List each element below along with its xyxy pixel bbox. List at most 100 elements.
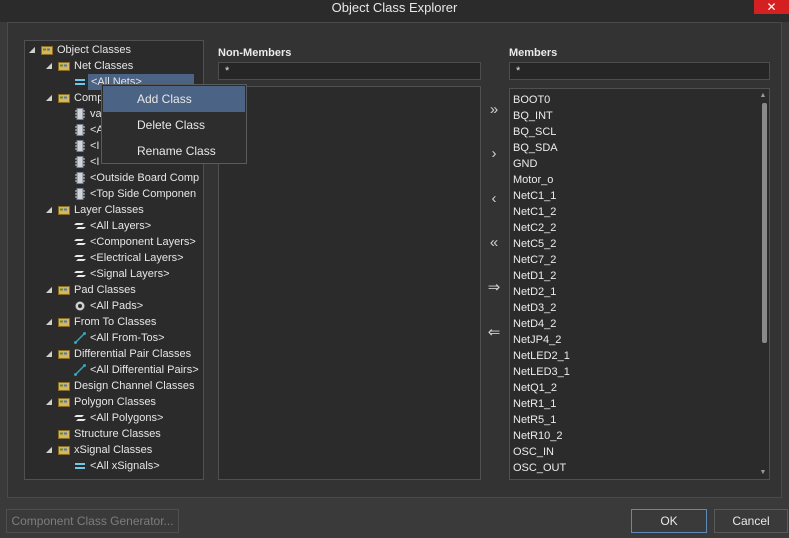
tree-item[interactable]: <All Differential Pairs> (25, 362, 203, 378)
xsignal-classes-icon (58, 444, 70, 456)
member-item[interactable]: NetD3_2 (513, 300, 556, 316)
member-item[interactable]: NetD4_2 (513, 316, 556, 332)
member-item[interactable]: NetC1_1 (513, 188, 556, 204)
rename-class-menu-item[interactable]: Rename Class (103, 138, 245, 164)
tree-item[interactable]: <All From-Tos> (25, 330, 203, 346)
member-item[interactable]: BQ_SDA (513, 140, 558, 156)
component-classes-icon (58, 92, 70, 104)
collapse-toggle-icon[interactable]: ◢ (44, 282, 54, 298)
tree-item-label: Object Classes (57, 44, 131, 56)
remove-selected-button[interactable]: ‹ (482, 182, 506, 216)
tree-item-label: Pad Classes (74, 284, 136, 296)
layer-icon (74, 252, 86, 264)
member-item[interactable]: BOOT0 (513, 92, 550, 108)
member-item[interactable]: NetJP4_2 (513, 332, 561, 348)
tree-item[interactable]: ◢ Net Classes (25, 58, 203, 74)
non-members-header: Non-Members (218, 47, 292, 59)
member-item[interactable]: PA (513, 476, 527, 479)
member-item[interactable]: OSC_OUT (513, 460, 566, 476)
tree-item[interactable]: ◢ Polygon Classes (25, 394, 203, 410)
collapse-toggle-icon[interactable]: ◢ (44, 58, 54, 74)
tree-item[interactable]: <Outside Board Comp (25, 170, 203, 186)
tree-item-label: va (90, 108, 102, 120)
tree-item[interactable]: <All Polygons> (25, 410, 203, 426)
scroll-thumb[interactable] (762, 103, 767, 343)
tree-item[interactable]: <All Pads> (25, 298, 203, 314)
component-class-generator-button[interactable]: Component Class Generator... (6, 509, 179, 533)
add-class-menu-item[interactable]: Add Class (103, 86, 245, 112)
member-item[interactable]: NetD1_2 (513, 268, 556, 284)
remove-all-button[interactable]: « (482, 226, 506, 260)
collapse-toggle-icon[interactable]: ◢ (44, 202, 54, 218)
component-icon (74, 188, 86, 200)
tree-item[interactable]: ◢ From To Classes (25, 314, 203, 330)
add-all-button[interactable]: » (482, 93, 506, 127)
members-list[interactable]: ▲ ▼ BOOT0 BQ_INT BQ_SCL BQ_SDA GND Motor_o Net… (509, 88, 770, 480)
member-item[interactable]: NetD2_1 (513, 284, 556, 300)
tree-item[interactable]: <Electrical Layers> (25, 250, 203, 266)
collapse-toggle-icon[interactable]: ◢ (44, 346, 54, 362)
net-classes-icon (58, 60, 70, 72)
tree-item[interactable]: <Top Side Componen (25, 186, 203, 202)
member-item[interactable]: GND (513, 156, 537, 172)
tree-item-label: <All xSignals> (90, 460, 160, 472)
members-filter-input[interactable]: * (509, 62, 770, 80)
member-item[interactable]: NetLED3_1 (513, 364, 570, 380)
member-item[interactable]: NetC5_2 (513, 236, 556, 252)
tree-item-label: <Component Layers> (90, 236, 196, 248)
tree-item[interactable]: ◢ Object Classes (25, 42, 203, 58)
member-item[interactable]: NetQ1_2 (513, 380, 557, 396)
object-classes-icon (41, 44, 53, 56)
layer-icon (74, 236, 86, 248)
member-item[interactable]: OSC_IN (513, 444, 554, 460)
collapse-toggle-icon[interactable]: ◢ (44, 314, 54, 330)
member-item[interactable]: NetLED2_1 (513, 348, 570, 364)
member-item[interactable]: NetC2_2 (513, 220, 556, 236)
net-icon (74, 76, 86, 88)
member-item[interactable]: NetR1_1 (513, 396, 556, 412)
collapse-toggle-icon[interactable]: ◢ (44, 442, 54, 458)
delete-class-menu-item[interactable]: Delete Class (103, 112, 245, 138)
tree-item[interactable]: ◢ xSignal Classes (25, 442, 203, 458)
ok-button[interactable]: OK (631, 509, 707, 533)
tree-item[interactable]: Design Channel Classes (25, 378, 203, 394)
add-selected-button[interactable]: › (482, 137, 506, 171)
component-icon (74, 108, 86, 120)
non-members-list[interactable] (218, 86, 481, 480)
tree-item-label: <All Differential Pairs> (90, 364, 199, 376)
collapse-toggle-icon[interactable]: ◢ (27, 42, 37, 58)
diff-pair-icon (74, 364, 86, 376)
member-item[interactable]: Motor_o (513, 172, 553, 188)
member-item[interactable]: BQ_INT (513, 108, 553, 124)
polygon-classes-icon (58, 396, 70, 408)
tree-item-label: <Top Side Componen (90, 188, 197, 200)
member-item[interactable]: NetC7_2 (513, 252, 556, 268)
component-icon (74, 172, 86, 184)
remove-from-class-button[interactable]: ⇐ (482, 316, 506, 350)
scroll-up-icon[interactable]: ▲ (759, 92, 767, 99)
collapse-toggle-icon[interactable]: ◢ (44, 90, 54, 106)
polygon-icon (74, 412, 86, 424)
tree-item[interactable]: <Signal Layers> (25, 266, 203, 282)
scroll-down-icon[interactable]: ▼ (759, 469, 767, 476)
tree-item[interactable]: ◢ Pad Classes (25, 282, 203, 298)
tree-item-label: <Outside Board Comp (90, 172, 200, 184)
add-to-class-button[interactable]: ⇒ (482, 271, 506, 305)
member-item[interactable]: BQ_SCL (513, 124, 556, 140)
tree-item[interactable]: <All Layers> (25, 218, 203, 234)
member-item[interactable]: NetR5_1 (513, 412, 556, 428)
tree-item[interactable]: <All xSignals> (25, 458, 203, 474)
tree-item[interactable]: <Component Layers> (25, 234, 203, 250)
tree-item[interactable]: ◢ Layer Classes (25, 202, 203, 218)
pad-classes-icon (58, 284, 70, 296)
member-item[interactable]: NetC1_2 (513, 204, 556, 220)
cancel-button[interactable]: Cancel (714, 509, 788, 533)
tree-item-label: Structure Classes (74, 428, 161, 440)
close-button[interactable]: ✕ (754, 0, 789, 14)
non-members-filter-input[interactable]: * (218, 62, 481, 80)
tree-item[interactable]: Structure Classes (25, 426, 203, 442)
collapse-toggle-icon[interactable]: ◢ (44, 394, 54, 410)
member-item[interactable]: NetR10_2 (513, 428, 563, 444)
tree-item[interactable]: ◢ Differential Pair Classes (25, 346, 203, 362)
title-bar: Object Class Explorer ✕ (0, 0, 789, 22)
